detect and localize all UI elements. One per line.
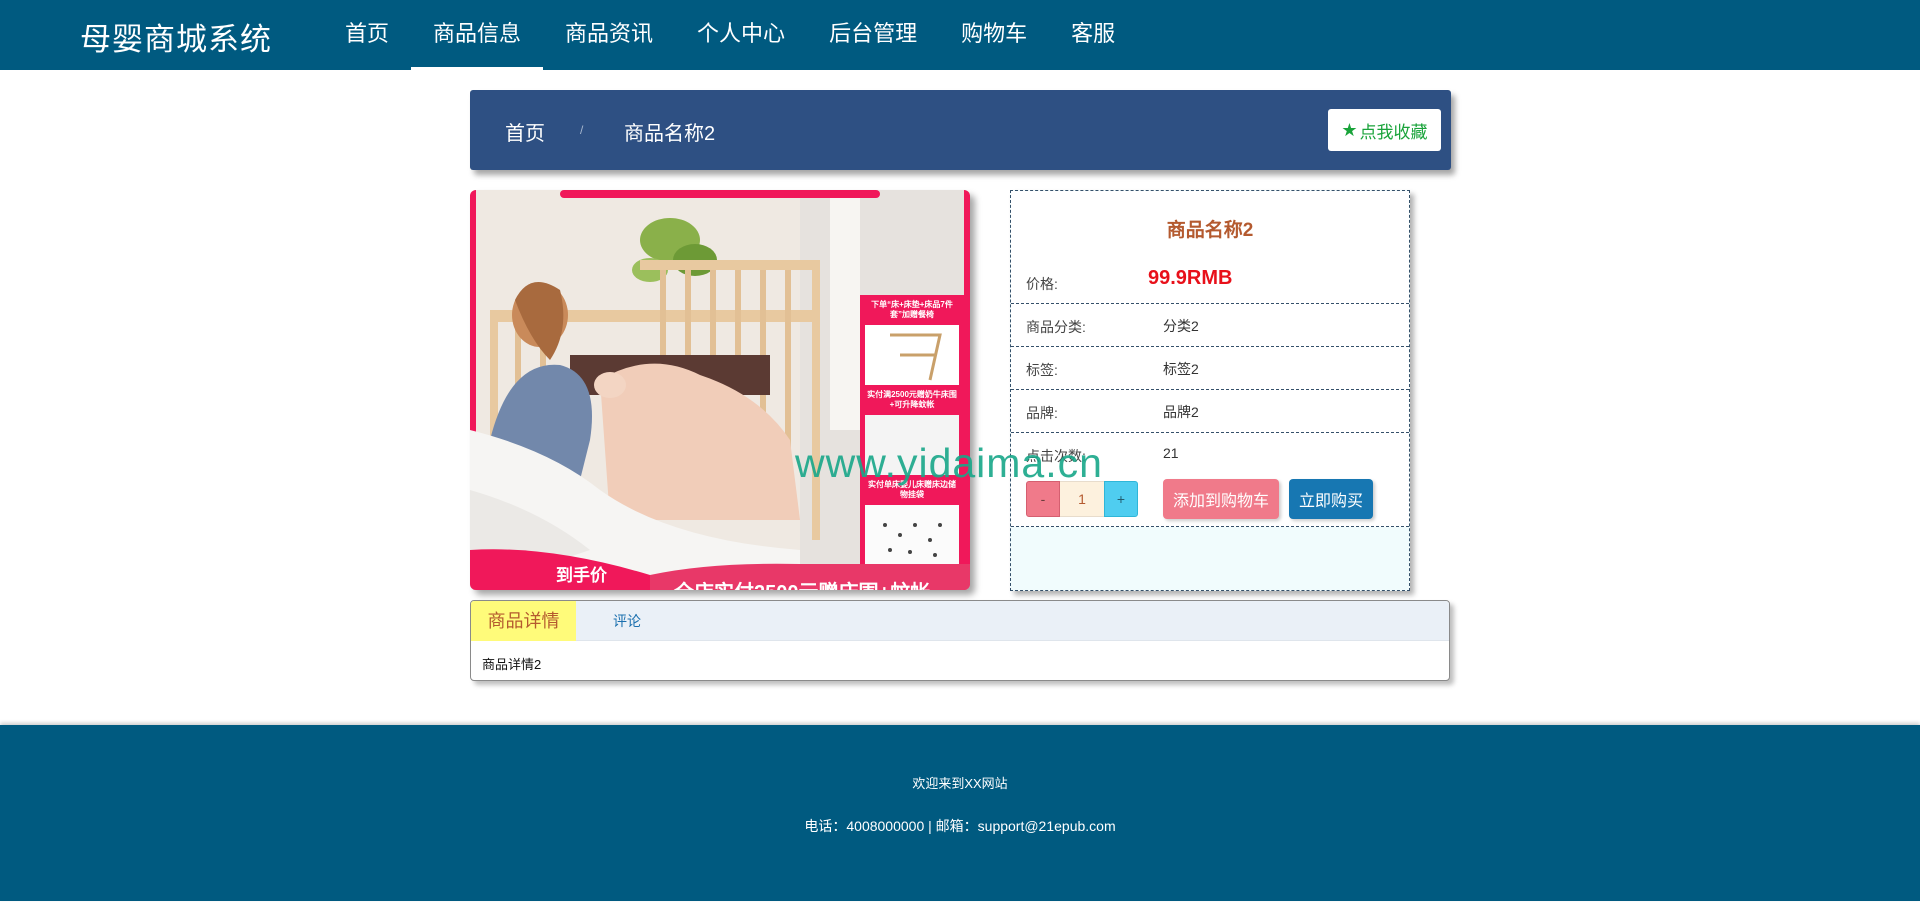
breadcrumb: 首页 / 商品名称2 ★ 点我收藏 (470, 90, 1451, 170)
add-to-cart-button[interactable]: 添加到购物车 (1163, 479, 1279, 519)
product-image[interactable]: 下单“床+床垫+床品7件套”加赠餐椅 实付满2500元赠奶牛床围+可升降蚊帐 实… (470, 190, 970, 590)
price-row: 价格: 99.9RMB (1011, 261, 1409, 304)
star-icon: ★ (1341, 119, 1358, 140)
image-promo-text: 全店实付2500元赠床围+蚊帐 (674, 576, 930, 590)
footer-contact-text: 电话：4008000000 | 邮箱：support@21epub.com (804, 818, 1116, 834)
buy-now-button[interactable]: 立即购买 (1289, 479, 1373, 519)
nav-item-products[interactable]: 商品信息 (411, 0, 544, 70)
nav-item-news[interactable]: 商品资讯 (543, 0, 675, 70)
brand-value: 品牌2 (1163, 404, 1199, 420)
image-promo-gift-1: 下单“床+床垫+床品7件套”加赠餐椅 (871, 300, 953, 319)
nav-item-profile[interactable]: 个人中心 (675, 0, 807, 70)
product-name: 商品名称2 (1166, 220, 1254, 241)
breadcrumb-current: 商品名称2 (624, 123, 716, 145)
main-nav: 首页 商品信息 商品资讯 个人中心 后台管理 购物车 客服 (323, 0, 1137, 70)
product-info-header: 商品名称2 (1011, 191, 1409, 261)
clicks-value: 21 (1163, 445, 1179, 461)
footer: 欢迎来到XX网站 电话：4008000000 | 邮箱：support@21ep… (0, 725, 1920, 901)
product-info-panel: 商品名称2 价格: 99.9RMB 商品分类: 分类2 标签: 标签2 品牌: … (1010, 190, 1410, 591)
brand-label: 品牌: (1026, 405, 1058, 421)
category-label: 商品分类: (1026, 319, 1086, 335)
quantity-increase-button[interactable]: + (1104, 481, 1138, 517)
nav-item-cart[interactable]: 购物车 (939, 0, 1049, 70)
tab-strip: 商品详情 评论 (471, 601, 1449, 641)
nav-item-admin[interactable]: 后台管理 (807, 0, 939, 70)
image-price-text: 到手价 (556, 566, 607, 585)
tab-product-detail[interactable]: 商品详情 (471, 601, 576, 641)
image-promo-gift-2: 实付满2500元赠奶牛床围+可升降蚊帐 (867, 390, 957, 409)
nav-item-home[interactable]: 首页 (323, 0, 411, 70)
nav-item-service[interactable]: 客服 (1049, 0, 1137, 70)
product-tabs: 商品详情 评论 商品详情2 (470, 600, 1450, 681)
tag-row: 标签: 标签2 (1011, 347, 1409, 390)
breadcrumb-separator: / (580, 123, 584, 137)
tag-label: 标签: (1026, 362, 1058, 378)
watermark: www.yidaima.cn (795, 440, 1103, 486)
brand-row: 品牌: 品牌2 (1011, 390, 1409, 433)
footer-welcome-text: 欢迎来到XX网站 (912, 776, 1008, 791)
category-value: 分类2 (1163, 318, 1199, 334)
favorite-button-label: 点我收藏 (1359, 122, 1428, 142)
category-row: 商品分类: 分类2 (1011, 304, 1409, 347)
favorite-button[interactable]: ★ 点我收藏 (1328, 109, 1441, 151)
top-navbar: 母婴商城系统 首页 商品信息 商品资讯 个人中心 后台管理 购物车 客服 (0, 0, 1920, 70)
product-detail-content: 商品详情2 (482, 657, 542, 672)
price-label: 价格: (1026, 276, 1058, 292)
breadcrumb-home-link[interactable]: 首页 (505, 117, 545, 146)
tab-comments[interactable]: 评论 (613, 601, 641, 641)
price-value: 99.9RMB (1148, 267, 1233, 289)
site-brand[interactable]: 母婴商城系统 (80, 14, 272, 59)
tag-value: 标签2 (1163, 361, 1199, 377)
